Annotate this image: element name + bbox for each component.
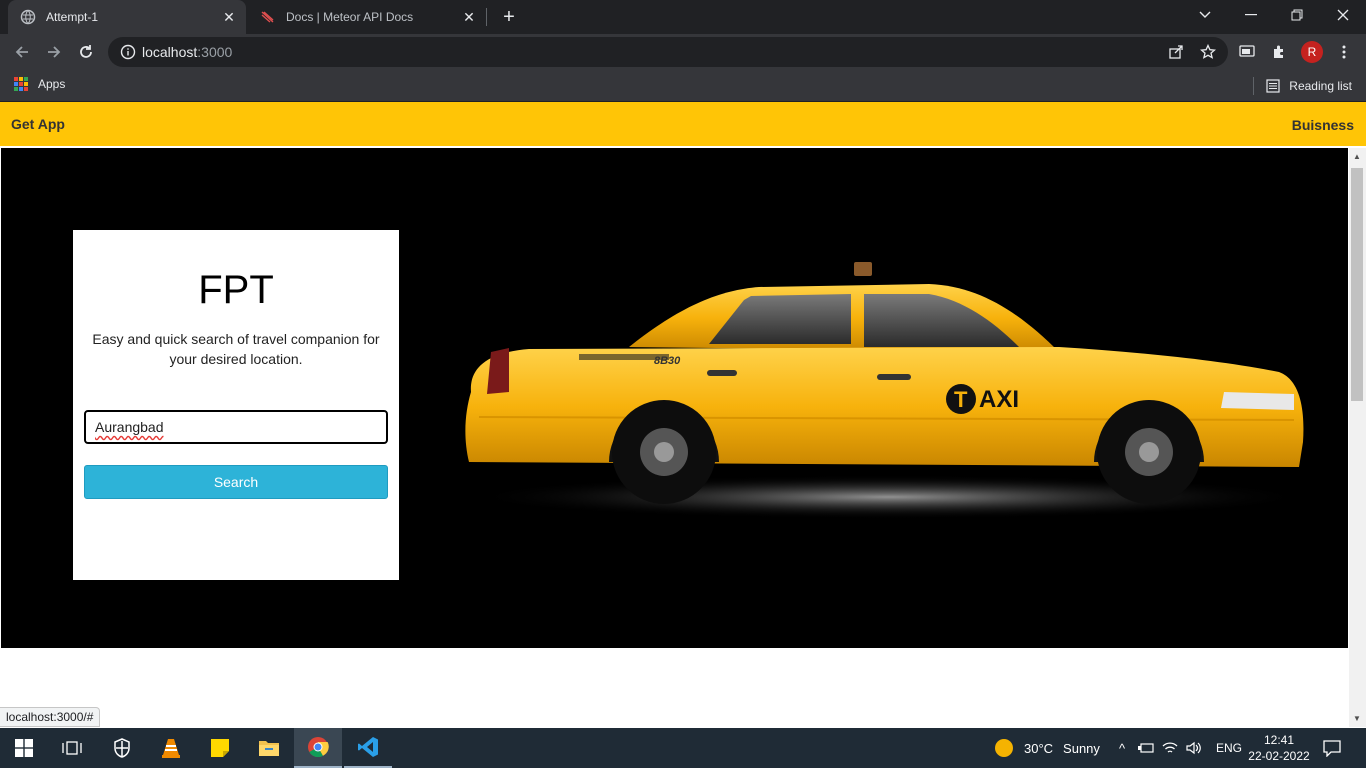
reload-icon[interactable] [72, 38, 100, 66]
hero-section: FPT Easy and quick search of travel comp… [1, 148, 1348, 648]
sticky-notes-icon[interactable] [196, 728, 244, 768]
extensions-icon[interactable] [1268, 41, 1290, 63]
close-window-icon[interactable] [1320, 0, 1366, 30]
reading-list-icon [1266, 79, 1280, 93]
vscode-icon[interactable] [344, 728, 392, 768]
close-tab-icon[interactable]: ✕ [218, 6, 240, 28]
reading-list-button[interactable]: Reading list [1253, 77, 1352, 95]
profile-avatar[interactable]: R [1301, 41, 1323, 63]
address-bar[interactable]: localhost:3000 [108, 37, 1228, 67]
tab-separator [486, 8, 487, 26]
link-status-bubble: localhost:3000/# [0, 707, 101, 727]
clock-date: 22-02-2022 [1248, 749, 1310, 763]
tab-attempt-1[interactable]: Attempt-1 ✕ [8, 0, 246, 34]
weather-temp: 30°C [1024, 740, 1054, 756]
cast-icon[interactable] [1236, 41, 1258, 63]
chrome-taskbar-icon[interactable] [294, 728, 342, 768]
clock-time: 12:41 [1263, 733, 1295, 747]
vlc-cone-icon[interactable] [147, 728, 195, 768]
windows-taskbar: 30°C Sunny ^ ENG 12:41 22-02-2022 [0, 728, 1366, 768]
notification-icon[interactable] [1310, 728, 1354, 768]
scrollbar-thumb[interactable] [1351, 168, 1363, 401]
page-scrollbar[interactable]: ▲ ▼ [1349, 148, 1366, 727]
search-button[interactable]: Search [84, 465, 388, 499]
security-shield-icon[interactable] [98, 728, 146, 768]
tray-icons: ^ ENG [1114, 728, 1242, 768]
close-tab-icon[interactable]: ✕ [458, 6, 480, 28]
new-tab-button[interactable]: + [498, 6, 520, 28]
taxi-car-image: 8B30 T AXI [465, 262, 1305, 519]
app-title: FPT [198, 268, 274, 312]
weather-widget[interactable]: 30°C Sunny [994, 728, 1100, 768]
business-link[interactable]: Buisness [1292, 117, 1354, 133]
scroll-down-icon[interactable]: ▼ [1352, 714, 1362, 723]
scroll-up-icon[interactable]: ▲ [1352, 152, 1362, 161]
divider [1253, 77, 1255, 95]
svg-text:T: T [954, 387, 968, 412]
tab-search-icon[interactable] [1182, 0, 1228, 30]
reading-list-label: Reading list [1289, 79, 1352, 93]
apps-shortcut[interactable]: Apps [14, 77, 65, 91]
weather-condition: Sunny [1063, 740, 1100, 756]
clock[interactable]: 12:41 22-02-2022 [1248, 732, 1310, 764]
apps-grid-icon [14, 77, 28, 91]
task-view-icon[interactable] [48, 728, 96, 768]
get-app-link[interactable]: Get App [11, 116, 65, 132]
globe-icon [20, 9, 36, 25]
language-indicator[interactable]: ENG [1216, 741, 1242, 755]
chevron-up-icon[interactable]: ^ [1114, 741, 1130, 756]
restore-icon[interactable] [1274, 0, 1320, 30]
taxi-number-text: 8B30 [654, 355, 681, 367]
share-icon[interactable] [1168, 44, 1184, 60]
battery-plug-icon[interactable] [1138, 741, 1154, 755]
apps-label: Apps [38, 77, 66, 91]
volume-icon[interactable] [1186, 741, 1202, 755]
tab-meteor-docs[interactable]: Docs | Meteor API Docs ✕ [248, 0, 486, 34]
minimize-icon[interactable] [1228, 0, 1274, 30]
back-icon[interactable] [8, 38, 36, 66]
app-description: Easy and quick search of travel companio… [92, 331, 380, 367]
site-navbar: Get App Buisness [0, 102, 1366, 146]
tab-strip: Attempt-1 ✕ Docs | Meteor API Docs ✕ + [0, 0, 1366, 34]
meteor-icon [260, 9, 276, 25]
page-viewport: Get App Buisness FPT Easy and quick sear… [0, 102, 1366, 727]
site-info-icon[interactable] [120, 44, 136, 60]
forward-icon[interactable] [40, 38, 68, 66]
bookmarks-bar: Apps Reading list [0, 70, 1366, 102]
taxi-label-text: AXI [979, 386, 1019, 413]
browser-toolbar: localhost:3000 [0, 34, 1366, 70]
wifi-icon[interactable] [1162, 741, 1178, 755]
start-windows-icon[interactable] [0, 728, 48, 768]
tab-title: Attempt-1 [46, 10, 99, 24]
location-search-input[interactable]: Aurangbad [84, 410, 388, 444]
menu-kebab-icon[interactable] [1333, 41, 1355, 63]
tab-title: Docs | Meteor API Docs [286, 10, 414, 24]
search-card: FPT Easy and quick search of travel comp… [73, 230, 399, 580]
file-explorer-icon[interactable] [245, 728, 293, 768]
url-text: localhost:3000 [142, 44, 233, 60]
sun-icon [995, 739, 1013, 757]
bookmark-star-icon[interactable] [1200, 44, 1216, 60]
